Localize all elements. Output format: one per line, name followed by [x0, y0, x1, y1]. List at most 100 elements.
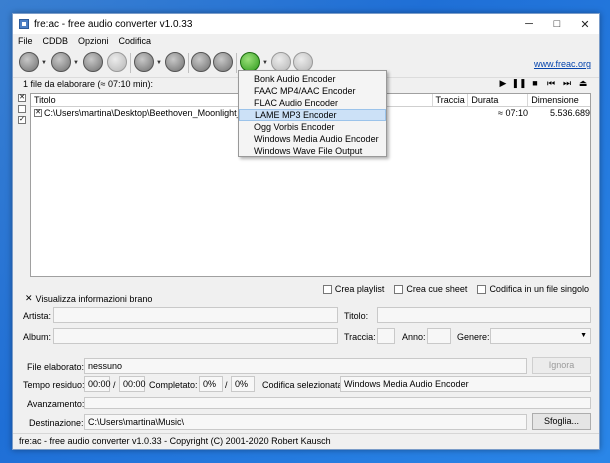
- minimize-button[interactable]: ─: [515, 14, 543, 34]
- select-all-checkbox[interactable]: ✕: [18, 94, 26, 102]
- previous-icon[interactable]: ⏮: [543, 78, 559, 89]
- files-count: 1 file da elaborare (≈ 07:10 min):: [23, 79, 154, 89]
- encoder-dropdown-icon[interactable]: ▼: [262, 60, 268, 66]
- remove-files-icon[interactable]: [107, 52, 127, 72]
- file-processed-field: nessuno: [84, 358, 527, 374]
- encoder-item-lame[interactable]: LAME MP3 Encoder: [239, 109, 386, 121]
- stop-icon[interactable]: ■: [527, 78, 543, 89]
- add-files-dropdown-icon[interactable]: ▼: [41, 60, 47, 66]
- row-size: 5.536.689: [549, 108, 590, 118]
- column-size[interactable]: Dimensione: [528, 94, 590, 106]
- app-logo-icon: [19, 19, 29, 29]
- window-title: fre:ac - free audio converter v1.0.33: [34, 18, 193, 30]
- toolbar-separator: [188, 53, 189, 73]
- show-info-toggle[interactable]: ✕ Visualizza informazioni brano: [25, 293, 152, 304]
- maximize-button[interactable]: □: [543, 14, 571, 34]
- menu-file[interactable]: File: [18, 36, 33, 46]
- toolbar-separator: [236, 53, 237, 73]
- pause-encoding-icon[interactable]: [271, 52, 291, 72]
- encoder-item-faac[interactable]: FAAC MP4/AAC Encoder: [239, 85, 386, 97]
- artist-label: Artista:: [23, 311, 52, 321]
- destination-field[interactable]: C:\Users\martina\Music\: [84, 414, 527, 430]
- add-cd-dropdown-icon[interactable]: ▼: [73, 60, 79, 66]
- toggle-selection-checkbox[interactable]: ✓: [18, 116, 26, 124]
- encoder-item-wma[interactable]: Windows Media Audio Encoder: [239, 133, 386, 145]
- artist-field[interactable]: [53, 307, 338, 323]
- row-checkbox[interactable]: ✕: [34, 109, 42, 117]
- gear-icon[interactable]: [213, 52, 233, 72]
- selection-controls: ✕ ✓: [18, 94, 26, 127]
- window-controls: ─ □ ✕: [515, 14, 599, 34]
- cddb-submit-icon[interactable]: [165, 52, 185, 72]
- encoder-dropdown-menu: Bonk Audio Encoder FAAC MP4/AAC Encoder …: [238, 70, 387, 157]
- selected-encoder-field: Windows Media Audio Encoder: [340, 376, 591, 392]
- next-icon[interactable]: ⏭: [559, 78, 575, 89]
- row-track: [436, 107, 472, 120]
- cddb-query-icon[interactable]: [134, 52, 154, 72]
- cue-sheet-option[interactable]: Crea cue sheet: [394, 284, 467, 294]
- player-controls: ▶ ❚❚ ■ ⏮ ⏭ ⏏: [495, 78, 591, 89]
- album-field[interactable]: [53, 328, 338, 344]
- title-field[interactable]: [377, 307, 591, 323]
- album-label: Album:: [23, 332, 52, 342]
- row-duration: ≈ 07:10: [498, 108, 528, 118]
- show-info-label: Visualizza informazioni brano: [35, 293, 153, 304]
- genre-label: Genere:: [457, 332, 490, 342]
- eject-icon[interactable]: ⏏: [575, 78, 591, 89]
- stop-encoding-icon[interactable]: [293, 52, 313, 72]
- cddb-dropdown-icon[interactable]: ▼: [156, 60, 162, 66]
- track-field[interactable]: [377, 328, 395, 344]
- time-separator: /: [113, 380, 116, 390]
- title-bar: fre:ac - free audio converter v1.0.33 ─ …: [13, 14, 599, 34]
- encoder-item-wave[interactable]: Windows Wave File Output: [239, 145, 386, 157]
- menu-bar: File CDDB Opzioni Codifica: [13, 34, 599, 48]
- completed-field: 0%: [199, 376, 223, 392]
- single-file-option[interactable]: Codifica in un file singolo: [477, 284, 589, 294]
- single-file-label: Codifica in un file singolo: [489, 284, 589, 294]
- advancement-progress-bar: [84, 397, 591, 409]
- encoder-item-bonk[interactable]: Bonk Audio Encoder: [239, 73, 386, 85]
- app-window: fre:ac - free audio converter v1.0.33 ─ …: [12, 13, 600, 450]
- options-row: Crea playlist Crea cue sheet Codifica in…: [313, 284, 589, 294]
- encoder-item-flac[interactable]: FLAC Audio Encoder: [239, 97, 386, 109]
- encoder-item-ogg[interactable]: Ogg Vorbis Encoder: [239, 121, 386, 133]
- browse-button[interactable]: Sfoglia...: [532, 413, 591, 430]
- menu-cddb[interactable]: CDDB: [43, 36, 69, 46]
- remaining-time-label: Tempo residuo:: [23, 380, 85, 390]
- collapse-icon[interactable]: ✕: [25, 293, 33, 304]
- completed-separator: /: [225, 380, 228, 390]
- music-note-icon[interactable]: [83, 52, 103, 72]
- toolbar-separator: [130, 53, 131, 73]
- play-icon[interactable]: ▶: [495, 78, 511, 89]
- column-duration[interactable]: Durata: [468, 94, 529, 106]
- completed-total-field: 0%: [231, 376, 255, 392]
- website-link[interactable]: www.freac.org: [534, 59, 591, 69]
- cue-sheet-checkbox[interactable]: [394, 284, 404, 294]
- skip-button[interactable]: Ignora: [532, 357, 591, 374]
- column-track[interactable]: Traccia: [433, 94, 469, 106]
- close-button[interactable]: ✕: [571, 14, 599, 34]
- pause-icon[interactable]: ❚❚: [511, 78, 527, 89]
- start-encoding-icon[interactable]: [240, 52, 260, 72]
- advancement-label: Avanzamento:: [27, 399, 85, 409]
- add-cd-icon[interactable]: [51, 52, 71, 72]
- cue-sheet-label: Crea cue sheet: [406, 284, 468, 294]
- playlist-checkbox[interactable]: [322, 284, 332, 294]
- chevron-down-icon: ▼: [580, 332, 587, 339]
- completed-label: Completato:: [149, 380, 198, 390]
- year-field[interactable]: [427, 328, 451, 344]
- title-label: Titolo:: [344, 311, 369, 321]
- playlist-label: Crea playlist: [334, 284, 385, 294]
- single-file-checkbox[interactable]: [477, 284, 487, 294]
- add-files-icon[interactable]: [19, 52, 39, 72]
- playlist-option[interactable]: Crea playlist: [322, 284, 385, 294]
- genre-select[interactable]: ▼: [490, 328, 591, 344]
- tools-icon[interactable]: [191, 52, 211, 72]
- year-label: Anno:: [402, 332, 426, 342]
- menu-encode[interactable]: Codifica: [119, 36, 152, 46]
- select-none-checkbox[interactable]: [18, 105, 26, 113]
- file-processed-label: File elaborato:: [27, 362, 85, 372]
- track-label: Traccia:: [344, 332, 376, 342]
- total-time-field: 00:00: [119, 376, 146, 392]
- menu-options[interactable]: Opzioni: [78, 36, 109, 46]
